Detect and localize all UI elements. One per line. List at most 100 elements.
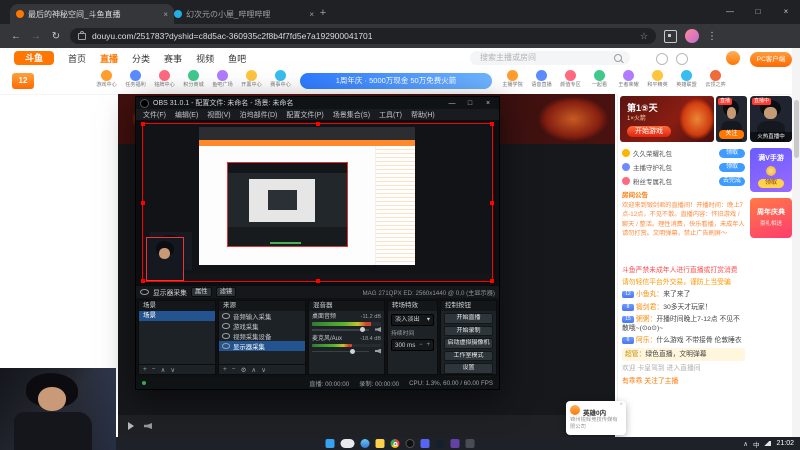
search-bar-icon[interactable] bbox=[340, 439, 355, 448]
quick-link[interactable]: 铭牌中心 bbox=[150, 70, 179, 90]
claim-button[interactable]: 领取 bbox=[719, 162, 745, 172]
page-scrollbar[interactable] bbox=[792, 48, 800, 437]
claim-button[interactable]: 领取 bbox=[719, 148, 745, 158]
remove-icon[interactable]: − bbox=[232, 366, 236, 373]
decrement-icon[interactable]: − bbox=[419, 342, 423, 348]
move-up-icon[interactable]: ∧ bbox=[161, 366, 166, 374]
resize-handle[interactable] bbox=[141, 279, 145, 283]
window-maximize-button[interactable]: □ bbox=[744, 0, 772, 24]
pc-client-button[interactable]: PC客户端 bbox=[750, 52, 792, 67]
app-icon[interactable] bbox=[465, 439, 475, 448]
menu-help[interactable]: 帮助(H) bbox=[411, 110, 435, 120]
source-item[interactable]: 视频采集设备 bbox=[219, 331, 305, 341]
move-down-icon[interactable]: ∨ bbox=[261, 366, 266, 374]
user-avatar[interactable] bbox=[726, 51, 740, 65]
studio-mode-button[interactable]: 工作室模式 bbox=[444, 350, 493, 361]
source-item[interactable]: 音频输入采集 bbox=[219, 311, 305, 321]
obs-maximize-button[interactable]: □ bbox=[463, 100, 477, 107]
bookmark-star-icon[interactable]: ☆ bbox=[640, 31, 648, 42]
duration-stepper[interactable]: 300 ms − + bbox=[391, 339, 434, 351]
game-promo-card[interactable]: 满V手游 领取 bbox=[750, 148, 792, 192]
clock[interactable]: 21:02 bbox=[776, 440, 794, 447]
chat-username[interactable]: 小鱼丸 bbox=[636, 291, 663, 298]
source-selection-frame[interactable] bbox=[141, 122, 494, 283]
quick-link[interactable]: 语音直播 bbox=[527, 70, 556, 90]
add-icon[interactable]: + bbox=[143, 366, 147, 373]
url-text[interactable]: douyu.com/251783?dyshid=c8d5ac-360935c2f… bbox=[92, 31, 634, 41]
mic-icon[interactable] bbox=[375, 348, 381, 354]
eye-icon[interactable] bbox=[222, 323, 230, 329]
menu-profile[interactable]: 配置文件(P) bbox=[286, 110, 323, 120]
virtual-camera-button[interactable]: 启动虚拟摄像机 bbox=[444, 338, 493, 349]
eye-icon[interactable] bbox=[140, 289, 149, 295]
start-streaming-button[interactable]: 开始直播 bbox=[444, 313, 493, 324]
eye-icon[interactable] bbox=[222, 333, 230, 339]
nav-item-category[interactable]: 分类 bbox=[132, 52, 150, 65]
obs-minimize-button[interactable]: — bbox=[445, 100, 459, 107]
resize-handle[interactable] bbox=[490, 122, 494, 126]
quick-link[interactable]: 英雄联盟 bbox=[672, 70, 701, 90]
filters-button[interactable]: 滤镜 bbox=[215, 287, 237, 297]
level-badge[interactable]: 12 bbox=[12, 73, 34, 89]
menu-edit[interactable]: 编辑(E) bbox=[175, 110, 198, 120]
eye-icon[interactable] bbox=[222, 343, 230, 349]
scrollbar-thumb[interactable] bbox=[793, 100, 799, 158]
nav-item-video[interactable]: 视频 bbox=[196, 52, 214, 65]
nav-item-yuba[interactable]: 鱼吧 bbox=[228, 52, 246, 65]
obs-titlebar[interactable]: OBS 31.0.1 - 配置文件: 未命名 - 场景: 未命名 — □ × bbox=[136, 97, 499, 109]
file-explorer-icon[interactable] bbox=[375, 439, 385, 448]
quick-link[interactable]: 王者荣耀 bbox=[614, 70, 643, 90]
nav-item-live[interactable]: 直播 bbox=[100, 52, 118, 65]
anniversary-card[interactable]: 周年庆典 豪礼相送 bbox=[750, 198, 792, 238]
browser-menu-icon[interactable]: ⋮ bbox=[707, 31, 717, 42]
properties-button[interactable]: 属性 bbox=[190, 287, 212, 297]
quick-link[interactable]: 任务福利 bbox=[121, 70, 150, 90]
ime-indicator[interactable]: 中 bbox=[753, 439, 760, 449]
obs-window[interactable]: OBS 31.0.1 - 配置文件: 未命名 - 场景: 未命名 — □ × 文… bbox=[135, 96, 500, 390]
volume-slider[interactable] bbox=[312, 348, 381, 354]
browser-profile-avatar[interactable] bbox=[685, 29, 699, 43]
eye-icon[interactable] bbox=[222, 313, 230, 319]
quick-link[interactable]: 赛事中心 bbox=[266, 70, 295, 90]
quick-link[interactable]: 颜值专区 bbox=[556, 70, 585, 90]
signin-ad-card[interactable]: 第1⑤天 1×火箭 开始游戏 bbox=[620, 96, 714, 142]
resize-handle[interactable] bbox=[315, 122, 320, 126]
window-minimize-button[interactable]: — bbox=[716, 0, 744, 24]
streamer-cam-card[interactable]: 直播 关注 bbox=[716, 96, 747, 142]
slider-knob[interactable] bbox=[349, 348, 355, 354]
quick-link[interactable]: 游戏中心 bbox=[92, 70, 121, 90]
move-up-icon[interactable]: ∧ bbox=[251, 366, 256, 374]
edge-icon[interactable] bbox=[360, 439, 370, 448]
quick-link[interactable]: 主播学院 bbox=[498, 70, 527, 90]
resize-handle[interactable] bbox=[315, 279, 320, 283]
play-icon[interactable] bbox=[128, 422, 134, 430]
resize-handle[interactable] bbox=[141, 122, 145, 126]
chrome-icon[interactable] bbox=[390, 439, 400, 448]
gear-icon[interactable]: ⚙ bbox=[241, 366, 247, 374]
display-selector[interactable]: MAG 271QPX ED: 2560x1440 @ 0,0 (主显示器) bbox=[240, 288, 496, 297]
settings-button[interactable]: 设置 bbox=[444, 363, 493, 374]
extensions-icon[interactable] bbox=[664, 29, 677, 43]
claim-button[interactable]: 去完成 bbox=[719, 176, 745, 186]
tray-expand-icon[interactable]: ∧ bbox=[743, 440, 748, 448]
menu-view[interactable]: 视图(V) bbox=[207, 110, 230, 120]
increment-icon[interactable]: + bbox=[426, 342, 430, 348]
quick-link[interactable]: 积分商城 bbox=[179, 70, 208, 90]
obs-icon[interactable] bbox=[405, 439, 415, 448]
forward-icon[interactable]: → bbox=[30, 31, 42, 42]
speaker-icon[interactable] bbox=[375, 327, 381, 332]
chat-username[interactable]: 阿乐 bbox=[636, 337, 656, 344]
tab-close-icon[interactable]: × bbox=[309, 10, 314, 19]
add-icon[interactable]: + bbox=[223, 366, 227, 373]
resize-handle[interactable] bbox=[141, 200, 145, 205]
source-item[interactable]: 游戏采集 bbox=[219, 321, 305, 331]
menu-tools[interactable]: 工具(T) bbox=[379, 110, 402, 120]
chat-username[interactable]: 锻剑君 bbox=[636, 304, 663, 311]
message-icon[interactable] bbox=[656, 53, 668, 65]
move-down-icon[interactable]: ∨ bbox=[170, 366, 175, 374]
transition-select[interactable]: 淡入淡出 ▾ bbox=[391, 314, 434, 326]
address-bar[interactable]: douyu.com/251783?dyshid=c8d5ac-360935c2f… bbox=[70, 28, 656, 44]
menu-scene-collection[interactable]: 场景集合(S) bbox=[333, 110, 370, 120]
quick-link[interactable]: 云顶之弈 bbox=[701, 70, 730, 90]
back-icon[interactable]: ← bbox=[10, 31, 22, 42]
